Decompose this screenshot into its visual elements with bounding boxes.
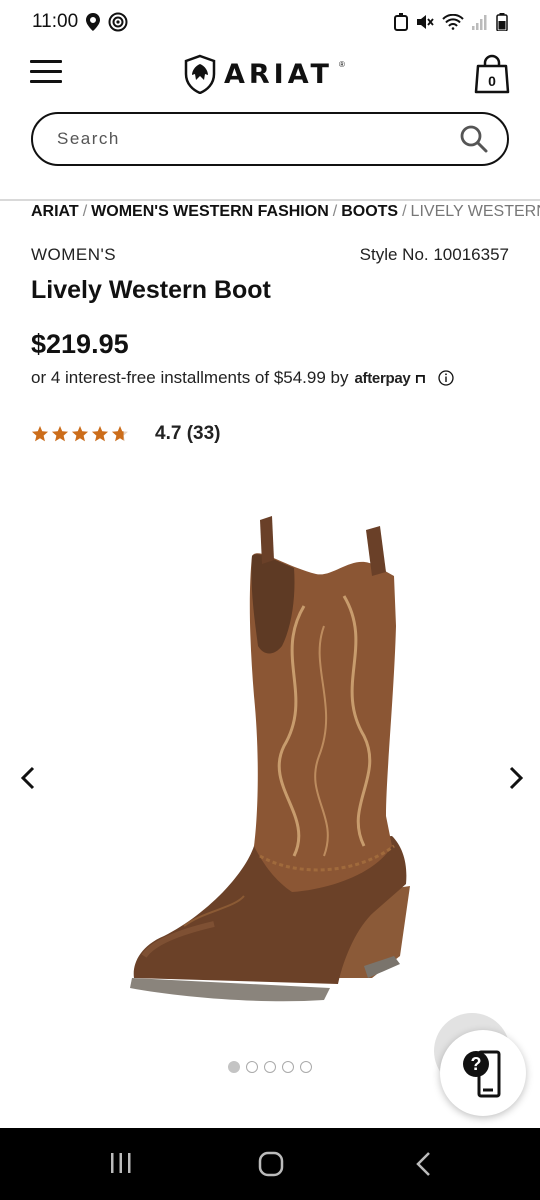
ariat-shield-icon: [184, 54, 216, 94]
data-saver-icon: [108, 12, 128, 32]
installments-text: or 4 interest-free installments of $54.9…: [31, 368, 349, 387]
afterpay-icon: [416, 374, 426, 383]
breadcrumb-separator: /: [402, 203, 407, 220]
site-header: ARIAT ® 0: [0, 48, 540, 104]
location-icon: [86, 13, 101, 31]
chevron-left-icon[interactable]: [18, 764, 38, 792]
help-button[interactable]: ?: [440, 1030, 526, 1116]
boot-image: [130, 516, 410, 1002]
gallery-pagination: [228, 1061, 312, 1073]
product-gallery: [0, 480, 540, 1060]
status-bar: 11:00: [0, 0, 540, 44]
recent-apps-icon[interactable]: [108, 1150, 134, 1176]
battery-icon: [496, 13, 508, 31]
style-number: Style No. 10016357: [359, 245, 509, 264]
status-time: 11:00: [32, 11, 79, 32]
menu-icon[interactable]: [30, 60, 62, 86]
breadcrumb: ARIAT / WOMEN'S WESTERN FASHION / BOOTS / LIVE…: [31, 203, 540, 225]
breadcrumb-separator: /: [82, 203, 88, 220]
star-icon: [32, 426, 48, 442]
back-icon[interactable]: [412, 1150, 436, 1178]
chevron-right-icon[interactable]: [506, 764, 526, 792]
gallery-dot[interactable]: [264, 1061, 276, 1073]
search-icon[interactable]: [459, 124, 489, 154]
rating-summary: 4.7 (33): [155, 423, 221, 444]
rating-stars: [31, 425, 129, 443]
logo-text: ARIAT: [224, 58, 333, 90]
product-title: Lively Western Boot: [31, 276, 271, 304]
gallery-dot[interactable]: [228, 1061, 240, 1073]
breadcrumb-womens-western-fashion[interactable]: WOMEN'S WESTERN FASHION: [91, 203, 329, 220]
product-rating[interactable]: 4.7 (33): [31, 423, 220, 445]
svg-text:?: ?: [471, 1054, 482, 1074]
product-gender: WOMEN'S: [31, 245, 117, 264]
gallery-dot[interactable]: [246, 1061, 258, 1073]
star-icon: [52, 426, 68, 442]
star-icon: [112, 426, 128, 442]
signal-icon: [472, 15, 487, 30]
shopping-bag-icon: 0: [474, 54, 510, 94]
logo-registered-mark: ®: [338, 59, 345, 69]
cart-count: 0: [488, 73, 496, 89]
mute-icon: [417, 15, 434, 29]
home-icon[interactable]: [257, 1150, 285, 1178]
afterpay-logo: afterpay: [354, 369, 411, 387]
wifi-icon: [442, 14, 464, 30]
breadcrumb-current: LIVELY WESTERN BOOT: [410, 203, 540, 220]
star-icon: [92, 426, 108, 442]
system-nav-bar: [0, 1128, 540, 1200]
breadcrumb-separator: /: [332, 203, 338, 220]
breadcrumb-boots[interactable]: BOOTS: [341, 203, 398, 220]
info-icon[interactable]: [438, 370, 455, 386]
star-icon: [72, 426, 88, 442]
header-divider: [0, 199, 540, 201]
search-placeholder: Search: [57, 129, 120, 148]
nfc-icon: [394, 13, 408, 31]
help-phone-icon: ?: [463, 1050, 501, 1098]
search-input[interactable]: Search: [31, 112, 509, 166]
gallery-dot[interactable]: [282, 1061, 294, 1073]
installments-info: or 4 interest-free installments of $54.9…: [31, 368, 455, 388]
breadcrumb-ariat[interactable]: ARIAT: [31, 203, 79, 220]
gallery-dot[interactable]: [300, 1061, 312, 1073]
product-price: $219.95: [31, 329, 129, 359]
ariat-logo[interactable]: ARIAT ®: [182, 54, 345, 94]
cart-button[interactable]: 0: [474, 54, 510, 94]
